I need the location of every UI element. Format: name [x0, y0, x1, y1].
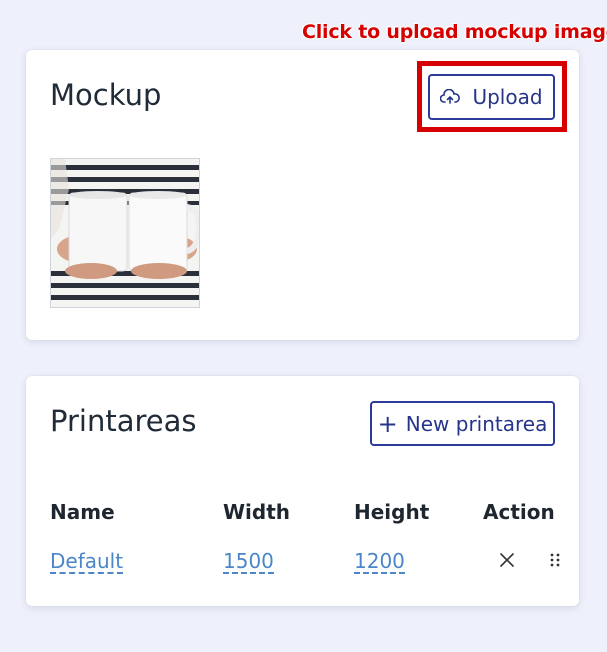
new-printarea-label: New printarea — [405, 411, 548, 436]
close-icon[interactable] — [499, 552, 515, 573]
mockup-thumbnail[interactable] — [50, 158, 200, 308]
column-header-height: Height — [354, 500, 430, 524]
column-header-action: Action — [483, 500, 555, 524]
printareas-card: Printareas + New printarea Name Width He… — [26, 376, 579, 606]
printarea-width-cell[interactable]: 1500 — [223, 550, 274, 574]
upload-highlight-box — [417, 61, 567, 132]
drag-handle-icon[interactable] — [550, 553, 560, 572]
column-header-width: Width — [223, 500, 291, 524]
upload-hint-annotation: Click to upload mockup image — [302, 21, 607, 43]
printarea-name-cell[interactable]: Default — [50, 550, 124, 574]
mugs-image — [51, 159, 199, 307]
new-printarea-button[interactable]: + New printarea — [370, 401, 555, 446]
column-header-name: Name — [50, 500, 115, 524]
plus-icon: + — [377, 409, 398, 438]
printareas-title: Printareas — [50, 404, 197, 438]
mockup-title: Mockup — [50, 78, 162, 112]
printarea-height-cell[interactable]: 1200 — [354, 550, 405, 574]
